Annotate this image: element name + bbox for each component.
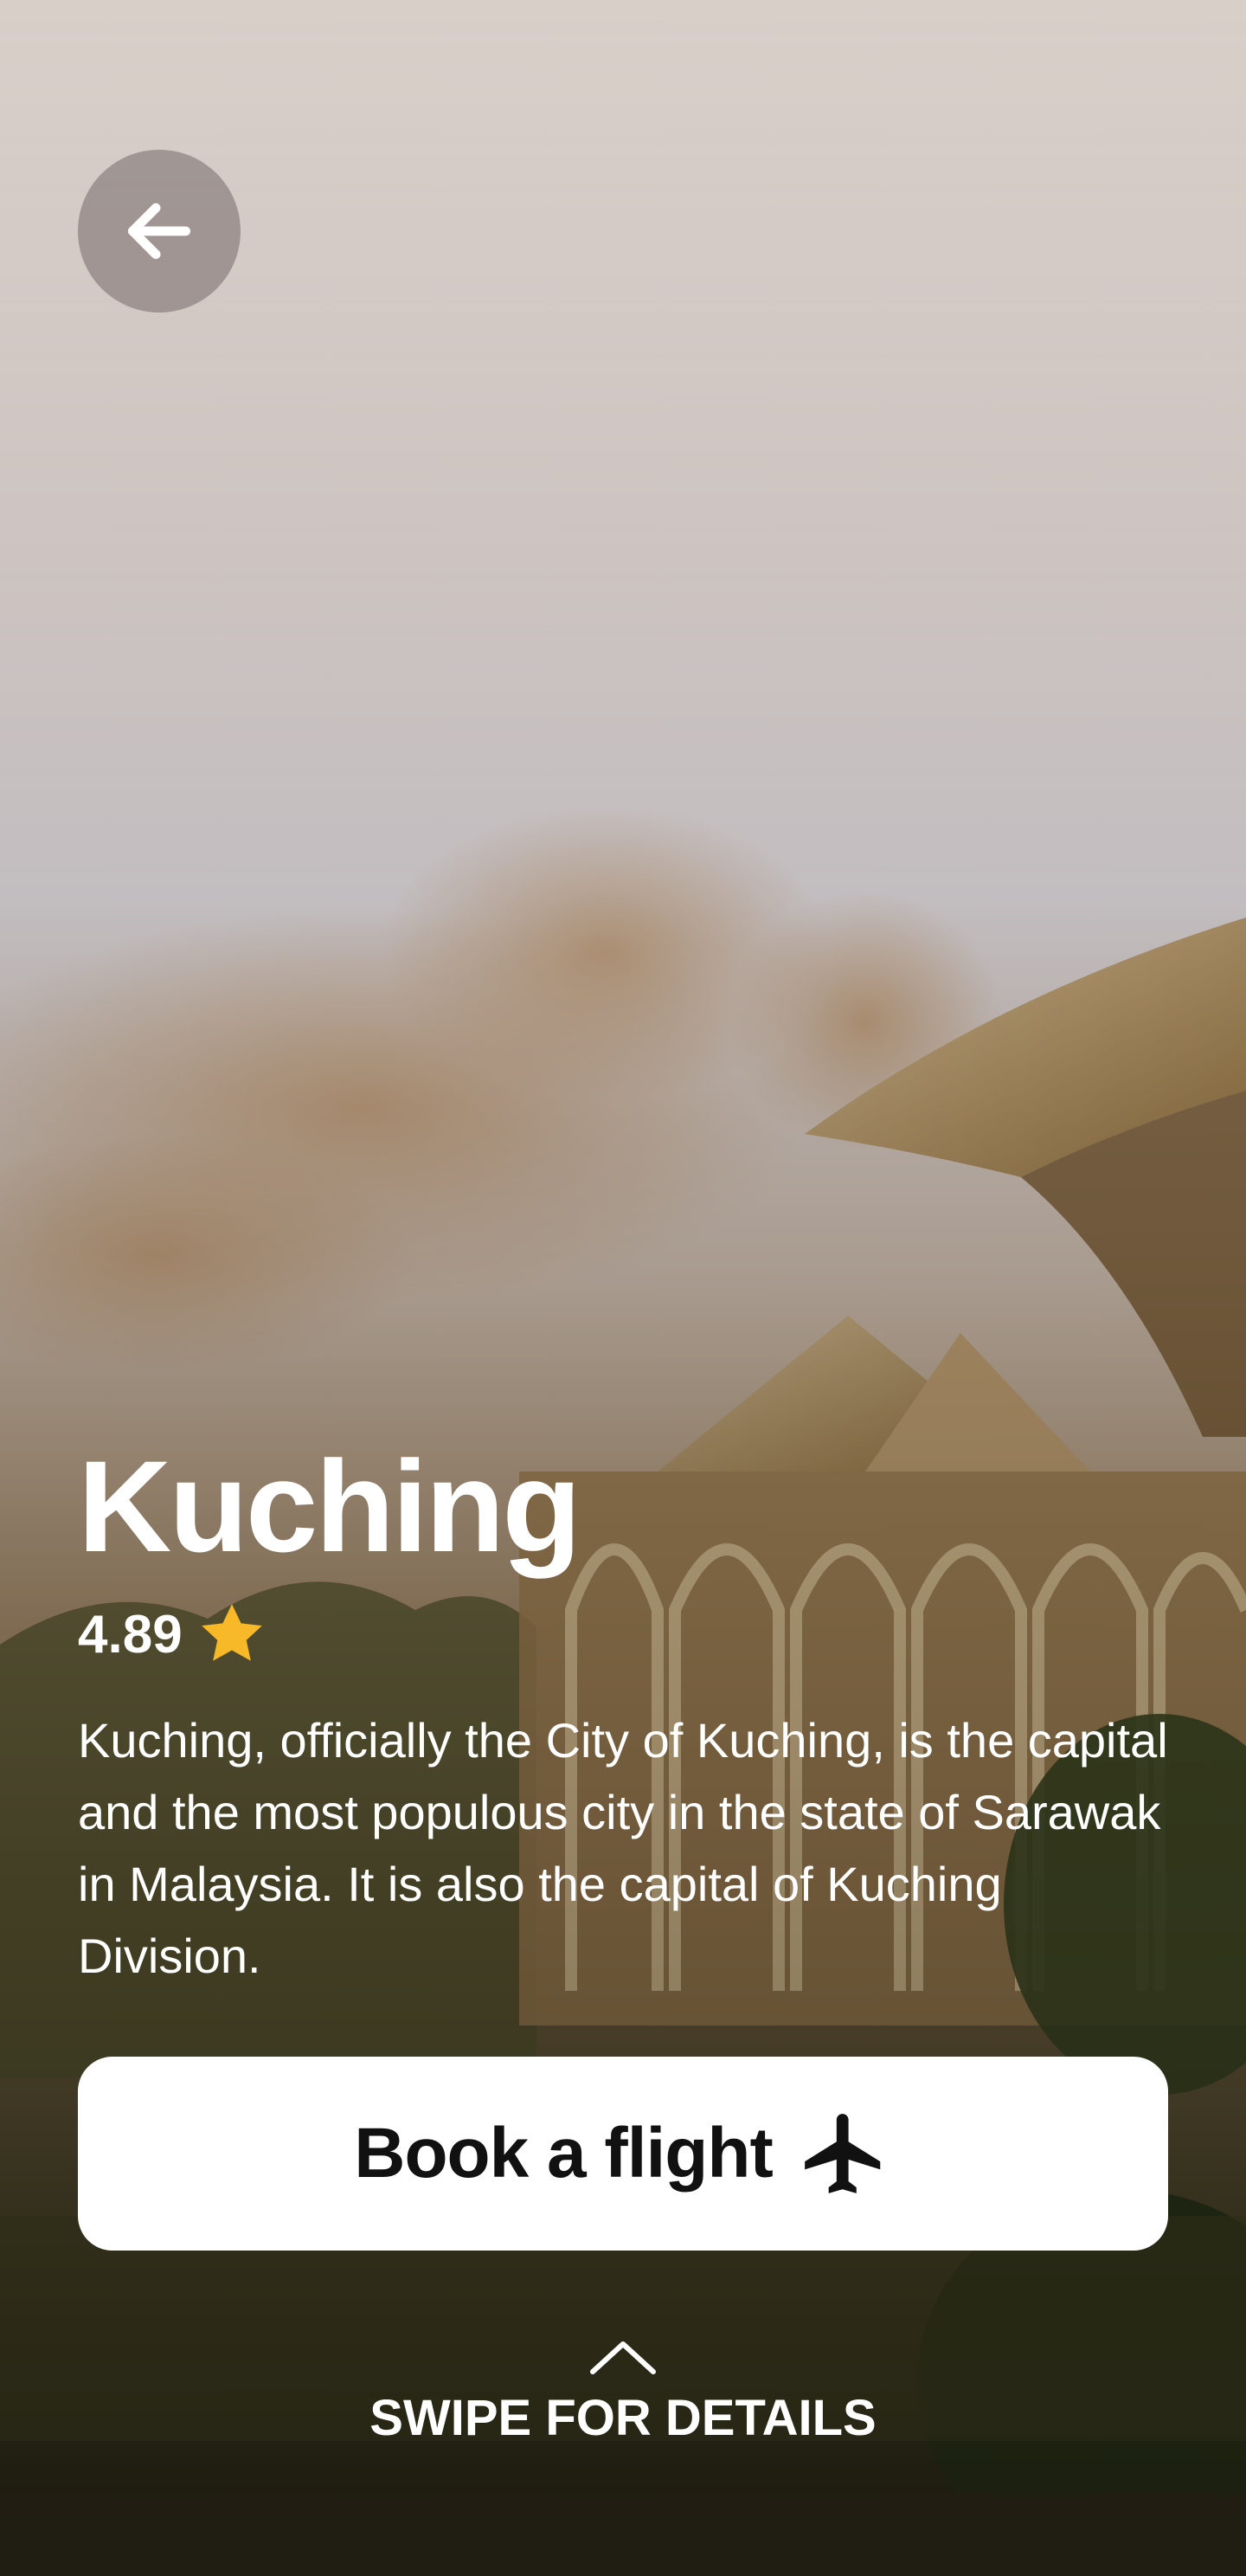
destination-description: Kuching, officially the City of Kuching,… <box>78 1713 1168 1983</box>
book-flight-label: Book a flight <box>354 2114 774 2193</box>
rating-row: 4.89 <box>78 1595 1168 1673</box>
swipe-hint[interactable]: SWIPE FOR DETAILS <box>0 2337 1246 2447</box>
chevron-up-icon <box>590 2341 656 2374</box>
destination-info: Kuching 4.89 Kuching, officially the Cit… <box>78 1441 1168 1992</box>
destination-title: Kuching <box>78 1433 581 1579</box>
arrow-left-icon <box>127 203 191 260</box>
back-button[interactable] <box>78 150 241 312</box>
airplane-icon <box>804 2114 881 2193</box>
star-icon <box>201 1604 262 1661</box>
rating-value: 4.89 <box>78 1604 183 1665</box>
swipe-label: SWIPE FOR DETAILS <box>369 2390 877 2446</box>
book-flight-button[interactable]: Book a flight <box>78 2057 1168 2251</box>
